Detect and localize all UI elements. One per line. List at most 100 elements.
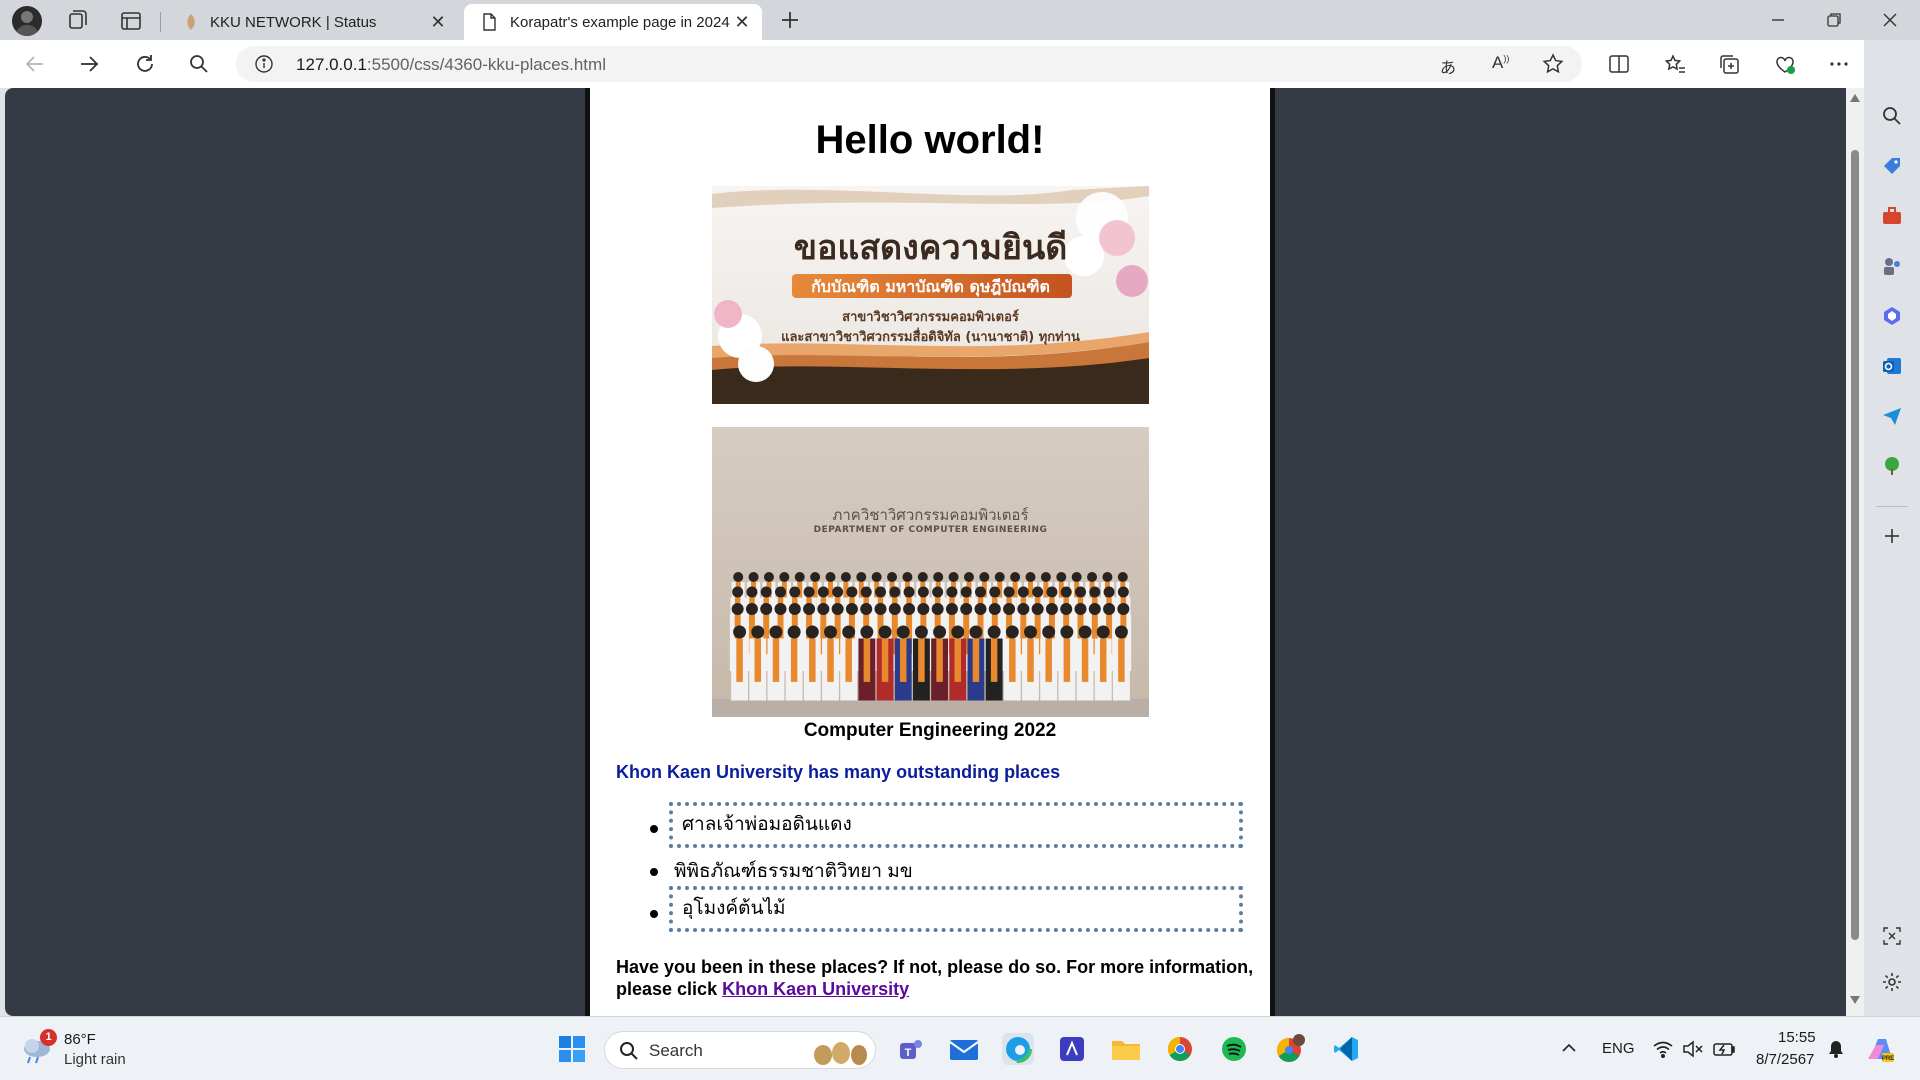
outlook-icon[interactable] — [1880, 354, 1904, 378]
page-viewport: Hello world! ขอแสดงความยินดี กับบัณฑิต ม… — [5, 88, 1846, 1016]
favorites-icon[interactable] — [1658, 48, 1692, 80]
copilot-taskbar-icon[interactable]: PRE — [1864, 1033, 1896, 1065]
clock-time[interactable]: 15:55 — [1778, 1029, 1816, 1046]
intro-heading: Khon Kaen University has many outstandin… — [616, 762, 1061, 782]
weather-description: Light rain — [64, 1051, 126, 1068]
scroll-up-arrow-icon[interactable] — [1850, 94, 1860, 102]
spotify-icon[interactable] — [1218, 1033, 1250, 1065]
list-bullet — [650, 868, 658, 876]
closing-paragraph: Have you been in these places? If not, p… — [616, 956, 1256, 1000]
taskbar-search-icon — [620, 1042, 638, 1060]
close-window-button[interactable] — [1878, 8, 1902, 32]
tools-icon[interactable] — [1880, 204, 1904, 228]
new-tab-button[interactable] — [776, 6, 804, 34]
screenshot-icon[interactable] — [1880, 924, 1904, 948]
chrome-icon[interactable] — [1164, 1033, 1196, 1065]
games-icon[interactable] — [1880, 254, 1904, 278]
battery-charging-icon[interactable] — [1712, 1039, 1736, 1059]
svg-text:PRE: PRE — [1882, 1056, 1894, 1062]
profile-avatar[interactable] — [12, 6, 42, 36]
close-tab-icon[interactable]: ✕ — [732, 12, 752, 32]
url-text[interactable]: 127.0.0.1:5500/css/4360-kku-places.html — [296, 55, 606, 75]
place-item-1: ศาลเจ้าพ่อมอดินแดง — [669, 802, 1243, 848]
graduation-group-photo: ภาควิชาวิศวกรรมคอมพิวเตอร์ DEPARTMENT OF… — [712, 427, 1149, 717]
mail-icon[interactable] — [948, 1033, 980, 1065]
edge-sidebar — [1864, 40, 1920, 1016]
place-item-3: อุโมงค์ต้นไม้ — [669, 886, 1243, 932]
back-button[interactable] — [18, 48, 52, 80]
vs-code-insiders-icon[interactable] — [1056, 1033, 1088, 1065]
refresh-button[interactable] — [128, 48, 162, 80]
forward-button[interactable] — [72, 48, 106, 80]
translate-icon[interactable]: あ — [1440, 54, 1462, 77]
input-language[interactable]: ENG — [1602, 1040, 1635, 1057]
split-screen-icon[interactable] — [1602, 48, 1636, 80]
minimize-button[interactable] — [1766, 8, 1790, 32]
vertical-scrollbar[interactable] — [1846, 88, 1864, 1016]
svg-text:T: T — [905, 1047, 912, 1059]
scroll-down-arrow-icon[interactable] — [1850, 996, 1860, 1004]
clock-date[interactable]: 8/7/2567 — [1756, 1051, 1814, 1068]
list-bullet — [650, 825, 658, 833]
tab-label: Korapatr's example page in 2024 — [510, 13, 730, 31]
volume-muted-icon[interactable] — [1682, 1039, 1704, 1059]
weather-badge: 1 — [40, 1029, 57, 1046]
tree-icon[interactable] — [1880, 454, 1904, 478]
department-sign-english: DEPARTMENT OF COMPUTER ENGINEERING — [813, 525, 1048, 535]
navigation-bar: 127.0.0.1:5500/css/4360-kku-places.html … — [0, 40, 1920, 88]
more-menu-icon[interactable] — [1822, 48, 1856, 80]
department-sign-thai: ภาควิชาวิศวกรรมคอมพิวเตอร์ — [832, 506, 1029, 524]
search-icon[interactable] — [182, 48, 216, 80]
chrome-profile-icon[interactable] — [1274, 1033, 1306, 1065]
congratulations-banner-image: ขอแสดงความยินดี กับบัณฑิต มหาบัณฑิต ดุษฎ… — [712, 186, 1149, 404]
photo-caption: Computer Engineering 2022 — [803, 720, 1057, 741]
notification-bell-icon[interactable] — [1826, 1039, 1846, 1059]
url-path: :5500/css/4360-kku-places.html — [366, 55, 606, 74]
sidebar-divider — [1876, 506, 1908, 507]
url-host: 127.0.0.1 — [296, 55, 367, 74]
tab-example-page[interactable]: Korapatr's example page in 2024 ✕ — [464, 4, 762, 40]
weather-widget[interactable]: 1 86°F Light rain — [18, 1027, 168, 1071]
workspaces-icon[interactable] — [64, 8, 90, 34]
start-button[interactable] — [556, 1033, 588, 1065]
tab-favicon-icon — [182, 13, 200, 31]
sidebar-settings-icon[interactable] — [1880, 970, 1904, 994]
banner-line-2: และสาขาวิชาวิศวกรรมสื่อดิจิทัล (นานาชาติ… — [781, 330, 1080, 345]
kku-link[interactable]: Khon Kaen University — [722, 979, 909, 999]
banner-title: ขอแสดงความยินดี — [793, 228, 1068, 268]
wifi-icon[interactable] — [1652, 1039, 1674, 1059]
collections-icon[interactable] — [1712, 48, 1746, 80]
microsoft-365-icon[interactable] — [1880, 304, 1904, 328]
list-bullet — [650, 910, 658, 918]
taskbar-search-placeholder: Search — [649, 1041, 703, 1060]
tab-actions-icon[interactable] — [118, 8, 144, 34]
show-hidden-icons-chevron-icon[interactable] — [1560, 1039, 1578, 1057]
page-favicon-icon — [480, 13, 498, 31]
add-sidebar-app-icon[interactable] — [1880, 524, 1904, 548]
closing-text: Have you been in these places? If not, p… — [616, 957, 1254, 999]
teams-icon[interactable]: T — [894, 1033, 926, 1065]
restore-button[interactable] — [1822, 8, 1846, 32]
page-content: Hello world! ขอแสดงความยินดี กับบัณฑิต ม… — [585, 88, 1275, 1016]
file-explorer-icon[interactable] — [1110, 1033, 1142, 1065]
shopping-tag-icon[interactable] — [1880, 154, 1904, 178]
read-aloud-icon[interactable]: A)) — [1492, 53, 1514, 73]
tab-kku-network[interactable]: KKU NETWORK | Status ✕ — [168, 4, 458, 40]
banner-line-1: สาขาวิชาวิศวกรรมคอมพิวเตอร์ — [842, 310, 1019, 325]
page-heading: Hello world! — [815, 118, 1045, 162]
weather-temperature: 86°F — [64, 1031, 96, 1048]
send-icon[interactable] — [1880, 404, 1904, 428]
edge-browser-icon[interactable] — [1002, 1033, 1034, 1065]
favorite-star-icon[interactable] — [1542, 53, 1564, 75]
address-bar[interactable]: 127.0.0.1:5500/css/4360-kku-places.html … — [236, 46, 1582, 82]
taskbar-search-box[interactable]: Search — [604, 1031, 876, 1069]
sidebar-search-icon[interactable] — [1880, 104, 1904, 128]
search-highlight-icon — [814, 1042, 867, 1065]
windows-taskbar: 1 86°F Light rain Search T ENG 15:55 8/7… — [0, 1016, 1920, 1080]
site-info-icon[interactable] — [254, 54, 274, 74]
browser-essentials-icon[interactable] — [1768, 48, 1802, 80]
banner-subtitle: กับบัณฑิต มหาบัณฑิต ดุษฎีบัณฑิต — [811, 277, 1050, 296]
vscode-icon[interactable] — [1330, 1033, 1362, 1065]
scrollbar-thumb[interactable] — [1851, 150, 1859, 940]
close-tab-icon[interactable]: ✕ — [428, 12, 448, 32]
